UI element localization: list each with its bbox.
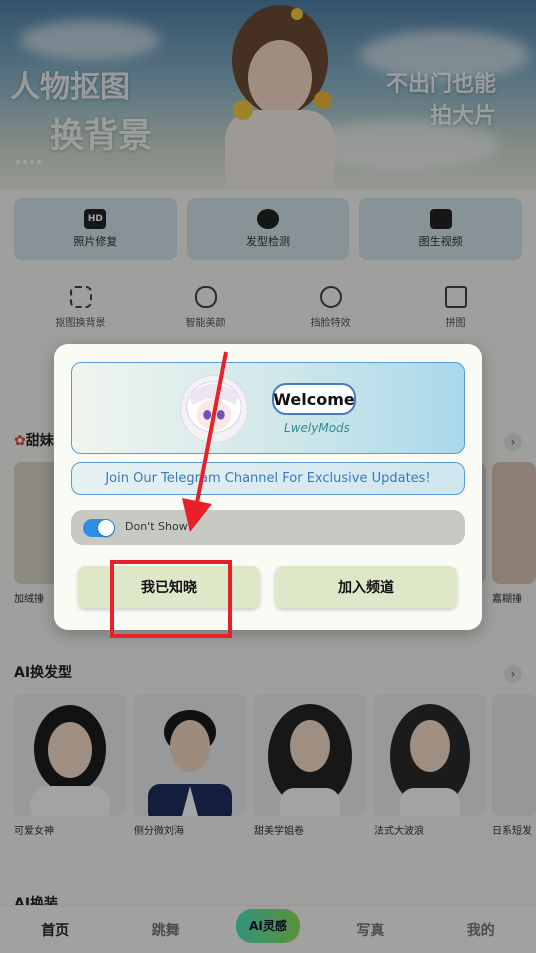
annotation-arrow xyxy=(182,351,228,532)
annotation-highlight-box xyxy=(110,560,232,638)
